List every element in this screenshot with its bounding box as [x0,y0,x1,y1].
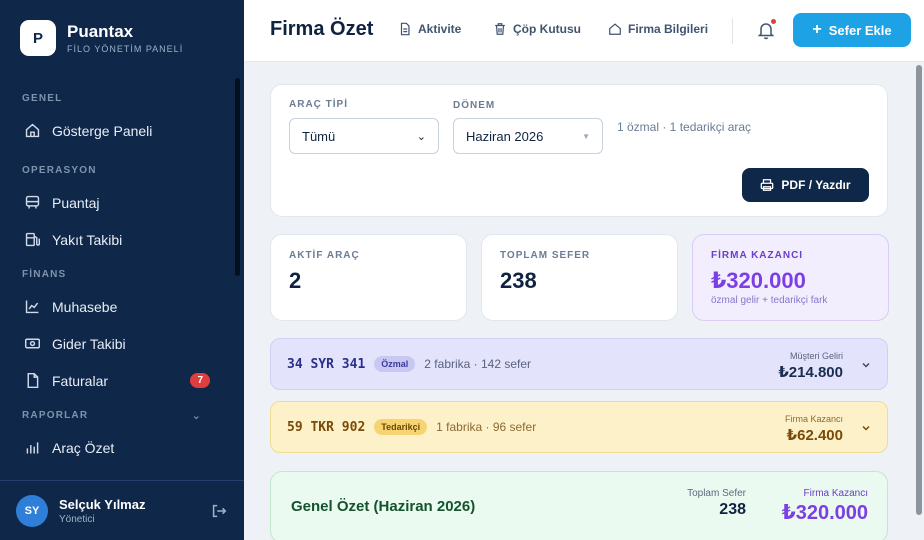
topbar-divider [732,18,733,44]
main-content: ARAÇ TİPİ Tümü ⌄ DÖNEM Haziran 2026 ▼ 1 … [244,62,924,540]
sidebar-item-label: Gider Takibi [52,335,126,352]
stat-subtitle: özmal gelir + tedarikçi fark [711,295,828,306]
sidebar-scrollbar[interactable] [235,78,240,276]
sidebar-item-gider[interactable]: Gider Takibi [0,325,232,362]
ownership-tag: Özmal [374,356,416,372]
company-info-link[interactable]: Firma Bilgileri [608,22,708,36]
stat-value: 238 [500,268,537,293]
line-chart-icon [25,300,39,314]
trash-icon [495,23,505,35]
logout-icon[interactable] [210,502,228,520]
stat-label: FİRMA KAZANCI [711,250,804,261]
sidebar-item-muhasebe[interactable]: Muhasebe [0,288,232,325]
sidebar-item-puantaj[interactable]: Puantaj [0,184,232,221]
sidebar-item-label: Araç Özet [52,439,115,456]
chevron-down-icon [862,362,870,368]
sidebar-item-label: Yakıt Takibi [52,231,123,248]
fuel-icon [25,232,41,247]
invoice-count-badge: 7 [190,373,210,388]
vehicle-plate: 34 SYR 341 [287,356,366,372]
section-genel: GENEL [22,92,63,104]
stat-value: 2 [289,268,302,293]
filter-card: ARAÇ TİPİ Tümü ⌄ DÖNEM Haziran 2026 ▼ 1 … [270,84,888,217]
sidebar-item-label: Muhasebe [52,298,118,315]
section-finans: FİNANS [22,268,67,280]
money-icon [24,338,41,349]
summary-title: Genel Özet (Haziran 2026) [291,498,476,515]
brand[interactable]: P Puantax FİLO YÖNETİM PANELİ [20,20,183,56]
page-title: Firma Özet [270,18,374,40]
amount-value: ₺214.800 [778,364,843,381]
notification-dot [771,19,776,24]
chevron-down-icon: ⌄ [416,130,426,143]
general-summary-card: Genel Özet (Haziran 2026) Toplam Sefer 2… [270,471,888,540]
stat-label: AKTİF ARAÇ [289,250,360,261]
vehicle-meta: 2 fabrika · 142 sefer [424,357,532,371]
home-icon [609,23,621,35]
topbar: Firma Özet Aktivite Çöp Kutusu Firma Bil… [244,0,924,62]
vehicle-meta: 1 fabrika · 96 sefer [436,420,537,434]
sidebar-item-yakit[interactable]: Yakıt Takibi [0,221,232,258]
brand-subtitle: FİLO YÖNETİM PANELİ [67,44,184,54]
period-label: DÖNEM [453,100,496,111]
vehicle-row-ozmal[interactable]: 34 SYR 341 Özmal 2 fabrika · 142 sefer M… [270,338,888,390]
vehicle-type-label: ARAÇ TİPİ [289,99,348,110]
section-raporlar[interactable]: RAPORLAR ⌄ [0,401,232,429]
summary-trips-label: Toplam Sefer [687,488,746,499]
period-select[interactable]: Haziran 2026 ▼ [453,118,603,154]
stat-label: TOPLAM SEFER [500,250,591,261]
section-operasyon: OPERASYON [22,164,97,176]
dashboard-icon [25,123,40,138]
bus-icon [25,195,40,209]
sidebar-item-label: Gösterge Paneli [52,122,153,139]
sidebar-item-label: Puantaj [52,194,100,211]
amount-label: Firma Kazancı [784,414,843,424]
trash-link[interactable]: Çöp Kutusu [493,22,581,36]
vehicle-count-summary: 1 özmal · 1 tedarikçi araç [617,120,752,134]
activity-link[interactable]: Aktivite [398,22,461,36]
vehicle-row-tedarikci[interactable]: 59 TKR 902 Tedarikçi 1 fabrika · 96 sefe… [270,401,888,453]
active-vehicles-card: AKTİF ARAÇ 2 [270,234,467,321]
ownership-tag: Tedarikçi [374,419,428,435]
pdf-print-button[interactable]: PDF / Yazdır [742,168,869,202]
plus-icon: + [812,21,822,38]
vehicle-type-select[interactable]: Tümü ⌄ [289,118,439,154]
chevron-down-icon [862,425,870,431]
sidebar-item-faturalar[interactable]: Faturalar 7 [0,362,232,399]
avatar[interactable]: SY [16,494,48,527]
sidebar-item-arac-ozet[interactable]: Araç Özet [0,429,232,466]
bar-chart-icon [26,442,39,454]
sidebar: P Puantax FİLO YÖNETİM PANELİ GENEL Göst… [0,0,244,540]
brand-name: Puantax [67,22,134,41]
document-icon [27,372,39,389]
sidebar-item-label: Faturalar [52,372,109,389]
summary-trips-value: 238 [719,501,746,518]
summary-profit-value: ₺320.000 [781,502,868,524]
printer-icon [761,179,774,191]
amount-value: ₺62.400 [786,427,843,444]
sidebar-nav: GENEL Gösterge Paneli OPERASYON Puantaj … [0,84,232,478]
caret-down-icon: ▼ [582,131,590,141]
user-role: Yönetici [59,513,95,525]
stat-value: ₺320.000 [711,268,806,293]
amount-label: Müşteri Geliri [789,351,843,361]
company-profit-card: FİRMA KAZANCI ₺320.000 özmal gelir + ted… [692,234,889,321]
activity-doc-icon [400,22,410,36]
page-scrollbar-thumb[interactable] [916,65,922,515]
total-trips-card: TOPLAM SEFER 238 [481,234,678,321]
add-trip-button[interactable]: + Sefer Ekle [793,13,911,47]
vehicle-plate: 59 TKR 902 [287,419,366,435]
user-panel: SY Selçuk Yılmaz Yönetici [0,480,244,540]
chevron-down-icon: ⌄ [191,409,202,422]
sidebar-item-dashboard[interactable]: Gösterge Paneli [0,112,232,149]
summary-profit-label: Firma Kazancı [803,488,868,499]
user-name: Selçuk Yılmaz [59,496,146,512]
brand-logo: P [20,20,56,56]
